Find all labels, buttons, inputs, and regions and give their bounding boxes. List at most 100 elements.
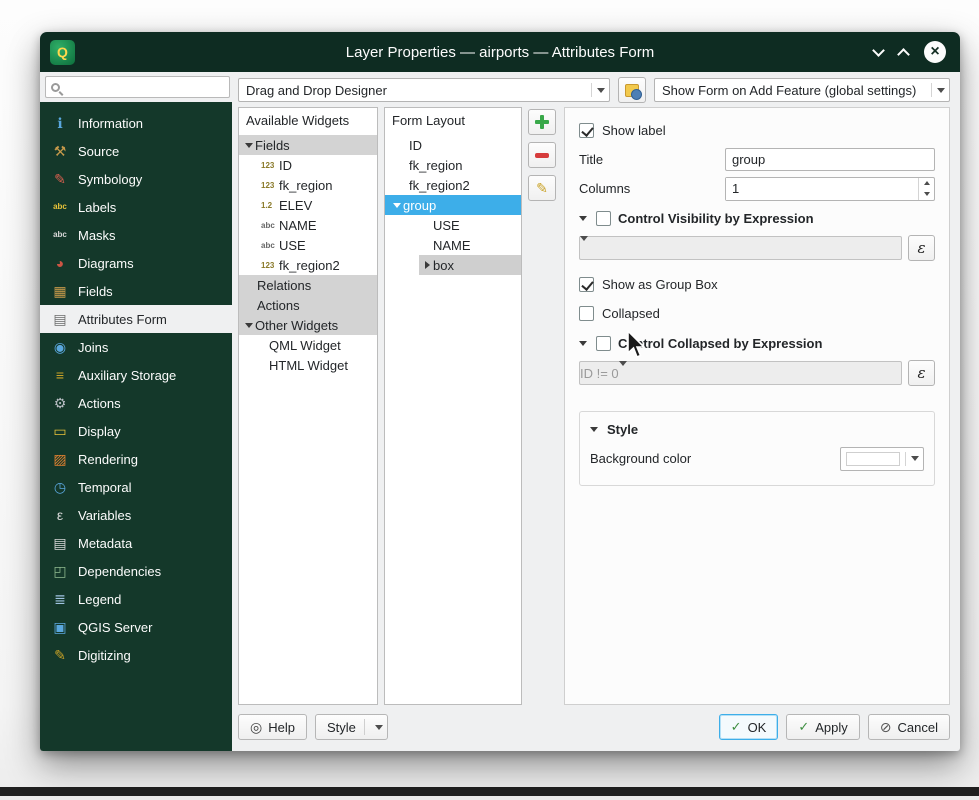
sidebar-item-source[interactable]: ⚒Source [40,137,232,165]
tree-item-relations[interactable]: Relations [239,275,377,295]
sidebar-item-metadata[interactable]: ▤Metadata [40,529,232,557]
spin-down-icon[interactable] [919,189,934,200]
spin-up-icon[interactable] [919,178,934,189]
sidebar-item-labels[interactable]: abcLabels [40,193,232,221]
tree-item-fk-region2[interactable]: 123fk_region2 [239,255,377,275]
columns-input[interactable] [726,178,918,200]
search-box[interactable] [45,76,230,98]
chevron-down-icon [619,366,627,381]
visibility-expression-checkbox[interactable] [596,211,611,226]
visibility-expression-row [579,235,935,261]
expander-icon[interactable] [243,143,255,148]
style-section: Style [590,414,924,444]
chevron-down-icon [906,456,923,461]
visibility-expression-section: Control Visibility by Expression [579,203,935,233]
ok-button[interactable]: OK [719,714,779,740]
integer-field-icon: 123 [261,181,279,190]
cancel-button[interactable]: Cancel [868,714,950,740]
sidebar-item-joins[interactable]: ◉Joins [40,333,232,361]
expander-icon[interactable] [579,341,589,346]
sidebar-item-attributes-form[interactable]: ▤Attributes Form [40,305,232,333]
rendering-icon: ▨ [50,452,70,466]
collapsed-expression-select[interactable]: ID != 0 [579,361,902,385]
sidebar-item-digitizing[interactable]: ✎Digitizing [40,641,232,669]
sidebar-item-rendering[interactable]: ▨Rendering [40,445,232,473]
background-color-select[interactable] [840,447,924,471]
form-toolbar: Drag and Drop Designer Show Form on Add … [232,72,960,107]
titlebar[interactable]: Layer Properties — airports — Attributes… [40,32,960,72]
layout-item-fk-region2[interactable]: fk_region2 [385,175,521,195]
collapsed-expression-checkbox[interactable] [596,336,611,351]
remove-item-button[interactable] [528,142,556,168]
style-group: Style Background color [579,411,935,486]
apply-button[interactable]: Apply [786,714,859,740]
tree-item-fields[interactable]: Fields [239,135,377,155]
layout-item-group[interactable]: group [385,195,521,215]
search-input[interactable] [65,79,224,95]
columns-stepper[interactable] [725,177,935,201]
layout-item-fk-region[interactable]: fk_region [385,155,521,175]
roll-down-icon[interactable] [872,44,885,57]
dialog-footer: Help Style OK Apply [232,707,960,751]
edit-item-button[interactable] [528,175,556,201]
title-row: Title [579,145,935,174]
tree-item-elev[interactable]: 1.2ELEV [239,195,377,215]
layout-item-box[interactable]: box [419,255,521,275]
sidebar-item-temporal[interactable]: ◷Temporal [40,473,232,501]
source-icon: ⚒ [50,144,70,158]
show-as-group-box-checkbox[interactable] [579,277,594,292]
chevron-down-icon [580,241,588,256]
designer-mode-select[interactable]: Drag and Drop Designer [238,78,610,102]
sidebar-item-symbology[interactable]: ✎Symbology [40,165,232,193]
layout-item-name[interactable]: NAME [385,235,521,255]
metadata-icon: ▤ [50,536,70,550]
joins-icon: ◉ [50,340,70,354]
text-field-icon: abc [261,221,279,230]
expander-icon[interactable] [243,323,255,328]
sidebar-item-dependencies[interactable]: ◰Dependencies [40,557,232,585]
sidebar-item-auxiliary-storage[interactable]: ≡Auxiliary Storage [40,361,232,389]
sidebar-item-diagrams[interactable]: ◕Diagrams [40,249,232,277]
sidebar-item-display[interactable]: ▭Display [40,417,232,445]
layout-tools [528,107,558,705]
add-container-button[interactable] [528,109,556,135]
close-icon[interactable] [924,41,946,63]
expander-icon[interactable] [579,216,589,221]
collapsed-checkbox[interactable] [579,306,594,321]
tree-item-qml-widget[interactable]: QML Widget [239,335,377,355]
style-header: Style [607,422,638,437]
visibility-expression-select[interactable] [579,236,902,260]
sidebar-item-masks[interactable]: abcMasks [40,221,232,249]
tree-item-html-widget[interactable]: HTML Widget [239,355,377,375]
form-settings-button[interactable] [618,77,646,103]
tree-item-actions[interactable]: Actions [239,295,377,315]
tree-item-use[interactable]: abcUSE [239,235,377,255]
integer-field-icon: 123 [261,161,279,170]
sidebar-item-information[interactable]: ℹInformation [40,109,232,137]
show-form-behavior-select[interactable]: Show Form on Add Feature (global setting… [654,78,950,102]
sidebar-item-fields[interactable]: ▦Fields [40,277,232,305]
layout-item-use[interactable]: USE [385,215,521,235]
help-button[interactable]: Help [238,714,307,740]
sidebar-item-legend[interactable]: ≣Legend [40,585,232,613]
available-widgets-tree: Fields 123ID 123fk_region 1.2ELEV abcNAM… [239,135,377,704]
expander-icon[interactable] [421,261,433,269]
sidebar-item-qgis-server[interactable]: ▣QGIS Server [40,613,232,641]
expression-builder-button[interactable] [908,360,935,386]
tree-item-name[interactable]: abcNAME [239,215,377,235]
group-box-row: Show as Group Box [579,270,935,299]
style-menu-button[interactable]: Style [315,714,388,740]
tree-item-id[interactable]: 123ID [239,155,377,175]
expander-icon[interactable] [391,203,403,208]
background-color-label: Background color [590,451,832,466]
sidebar-item-variables[interactable]: εVariables [40,501,232,529]
expander-icon[interactable] [590,427,600,432]
tree-item-other-widgets[interactable]: Other Widgets [239,315,377,335]
show-label-checkbox[interactable] [579,123,594,138]
layout-item-id[interactable]: ID [385,135,521,155]
roll-up-icon[interactable] [897,48,910,61]
sidebar-item-actions[interactable]: ⚙Actions [40,389,232,417]
tree-item-fk-region[interactable]: 123fk_region [239,175,377,195]
title-input[interactable] [725,148,935,171]
expression-builder-button[interactable] [908,235,935,261]
